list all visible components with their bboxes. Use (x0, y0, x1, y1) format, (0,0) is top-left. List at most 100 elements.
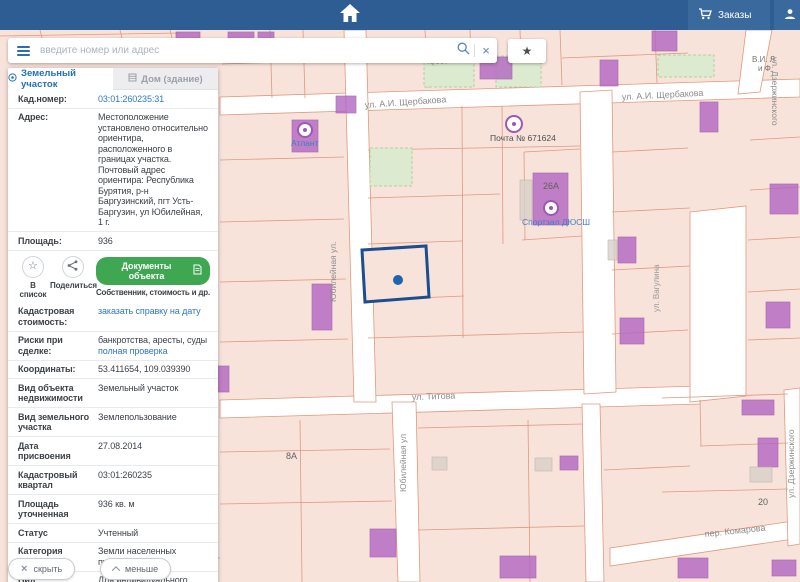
home-button[interactable] (334, 0, 366, 30)
field-value: Землепользование (98, 412, 208, 433)
field-label: Кадастровая стоимость: (18, 306, 98, 327)
field-label: Адрес: (18, 112, 98, 228)
panel-row: Площадь:936 (8, 231, 218, 250)
panel-row: Вид земельного участкаЗемлепользование (8, 407, 218, 436)
panel-rows-top: Кад.номер:03:01:260235:31Адрес:Местополо… (8, 90, 218, 250)
field-label: Кад.номер: (18, 94, 98, 105)
tab-parcel[interactable]: Земельный участок (8, 68, 113, 90)
field-link[interactable]: заказать справку на дату (98, 306, 208, 317)
field-value: Местоположение установлено относительно … (98, 112, 208, 228)
field-value: 936 кв. м (98, 499, 208, 520)
street-label-vagulina: ул. Вагулина (652, 264, 661, 312)
building-gray[interactable] (750, 467, 772, 482)
object-documents-button[interactable]: Документы объекта (96, 257, 210, 285)
building[interactable] (772, 560, 796, 576)
hide-panel-button[interactable]: × скрыть (8, 558, 75, 580)
building[interactable] (618, 237, 636, 263)
street-label-yubileynaya: Юбилейная ул. (328, 242, 338, 302)
panel-rows-bottom: Кадастровая стоимость:заказать справку н… (8, 303, 218, 582)
building-gray[interactable] (535, 458, 552, 471)
documents-button-label: Документы объекта (104, 261, 189, 281)
panel-tabs: Земельный участок Дом (здание) (8, 68, 218, 90)
clear-search-button[interactable]: × (475, 40, 497, 62)
field-value: 936 (98, 236, 208, 247)
building[interactable] (560, 456, 578, 470)
panel-row: СтатусУчтенный (8, 523, 218, 542)
building[interactable] (336, 96, 356, 113)
top-bar: Заказы Вход (0, 0, 800, 30)
selected-parcel[interactable] (362, 246, 429, 302)
tab-parcel-label: Земельный участок (21, 68, 113, 90)
field-label: Вид земельного участка (18, 412, 98, 433)
share-icon (67, 258, 78, 276)
building[interactable] (742, 400, 774, 415)
field-label: Площадь: (18, 236, 98, 247)
panel-actions: ☆ В список Поделиться Документы объекта (8, 250, 218, 303)
selected-parcel-marker (393, 275, 403, 285)
poi-label-corner-2: и Ф (758, 64, 771, 73)
close-icon: × (482, 44, 490, 57)
field-value: заказать справку на дату (98, 306, 208, 327)
poi-icon-dot (512, 122, 516, 126)
app-window: { "topbar": { "orders_label": "Заказы", … (0, 0, 800, 582)
parcel-number-20: 20 (758, 497, 768, 507)
share-action: Поделиться (50, 256, 96, 290)
tab-building[interactable]: Дом (здание) (113, 68, 218, 90)
orders-label: Заказы (718, 10, 751, 21)
hamburger-icon (17, 46, 30, 48)
panel-row: Дата присвоения27.08.2014 (8, 436, 218, 465)
building[interactable] (770, 184, 798, 214)
tab-building-label: Дом (здание) (141, 74, 202, 85)
building-gray[interactable] (432, 457, 447, 470)
cart-icon (698, 8, 712, 23)
field-label: Статус (18, 528, 98, 539)
orders-button[interactable]: Заказы (688, 0, 770, 30)
field-value: банкротства, аресты, судыполная проверка (98, 335, 208, 356)
parcel-number-8a: 8А (286, 451, 297, 461)
field-value: Учтенный (98, 528, 208, 539)
building[interactable] (766, 302, 790, 328)
building[interactable] (678, 558, 708, 578)
building[interactable] (700, 102, 718, 132)
panel-row: Координаты:53.411654, 109.039390 (8, 360, 218, 379)
field-label: Координаты: (18, 364, 98, 375)
favorites-button[interactable]: ★ (508, 39, 546, 63)
field-link[interactable]: полная проверка (98, 346, 208, 357)
field-value: 03:01:260235 (98, 470, 208, 491)
login-button[interactable]: Вход (774, 0, 800, 30)
search-input[interactable] (38, 44, 452, 57)
chevron-up-icon (112, 566, 120, 574)
building[interactable] (600, 60, 618, 86)
street-right-vertical (690, 206, 746, 402)
field-value: Земельный участок (98, 383, 208, 404)
search-bar: × (8, 38, 497, 63)
menu-button[interactable] (8, 46, 38, 56)
building[interactable] (652, 31, 677, 51)
building-icon (128, 73, 137, 85)
collapse-panel-button[interactable]: меньше (100, 558, 171, 580)
panel-row: Адрес:Местоположение установлено относит… (8, 108, 218, 232)
poi-icon-dot (303, 128, 307, 132)
building[interactable] (620, 318, 644, 344)
field-label: Кадастровый квартал (18, 470, 98, 491)
documents-action: Документы объекта Собственник, стоимость… (96, 256, 210, 297)
field-label: Площадь уточненная (18, 499, 98, 520)
panel-row: Площадь уточненная936 кв. м (8, 494, 218, 523)
panel-row: Кад.номер:03:01:260235:31 (8, 90, 218, 108)
search-button[interactable] (452, 40, 474, 62)
share-button[interactable] (62, 256, 84, 278)
panel-row: Кадастровая стоимость:заказать справку н… (8, 303, 218, 331)
poi-label-post-office: Почта № 671624 (490, 133, 556, 143)
building[interactable] (500, 556, 536, 578)
panel-row: Вид объекта недвижимостиЗемельный участо… (8, 378, 218, 407)
parcel-number-26a: 26А (543, 181, 559, 191)
add-to-list-button[interactable]: ☆ (22, 256, 44, 278)
building[interactable] (758, 438, 778, 467)
building-gray[interactable] (608, 240, 617, 260)
poi-icon-dot (549, 206, 553, 210)
star-icon: ★ (522, 44, 533, 58)
user-icon (784, 8, 796, 23)
home-icon (339, 3, 361, 28)
building[interactable] (370, 529, 396, 557)
building-gray[interactable] (520, 180, 532, 220)
